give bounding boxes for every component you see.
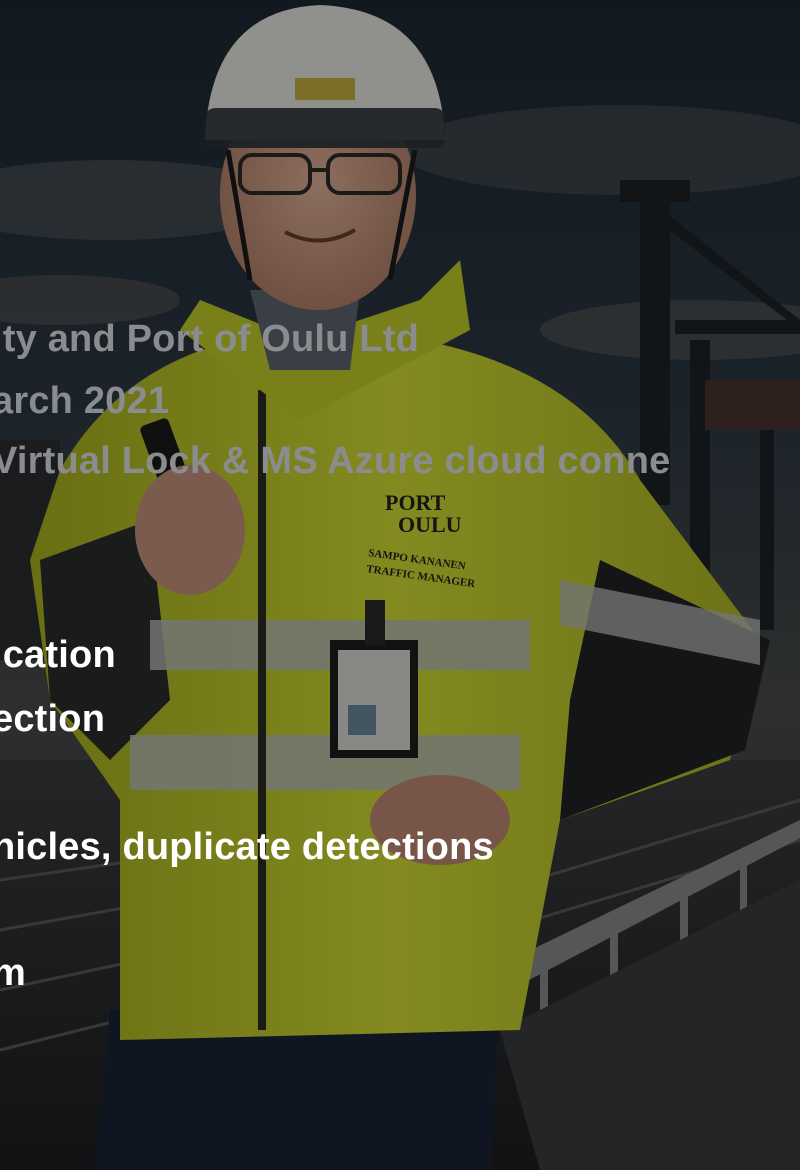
bullet-text-1: ication	[0, 634, 116, 676]
bullet-text-3: hicles, duplicate detections	[0, 826, 494, 868]
slide: PORT OULU SAMPO KANANEN TRAFFIC MANAGER …	[0, 0, 800, 1170]
header-line-2: arch 2021	[0, 380, 170, 422]
bullet-text-4: m	[0, 952, 26, 994]
dark-overlay	[0, 0, 800, 1170]
header-line-1: ity and Port of Oulu Ltd	[0, 318, 419, 360]
header-line-3: Virtual Lock & MS Azure cloud conne	[0, 440, 671, 482]
bullet-text-2: ection	[0, 698, 106, 740]
